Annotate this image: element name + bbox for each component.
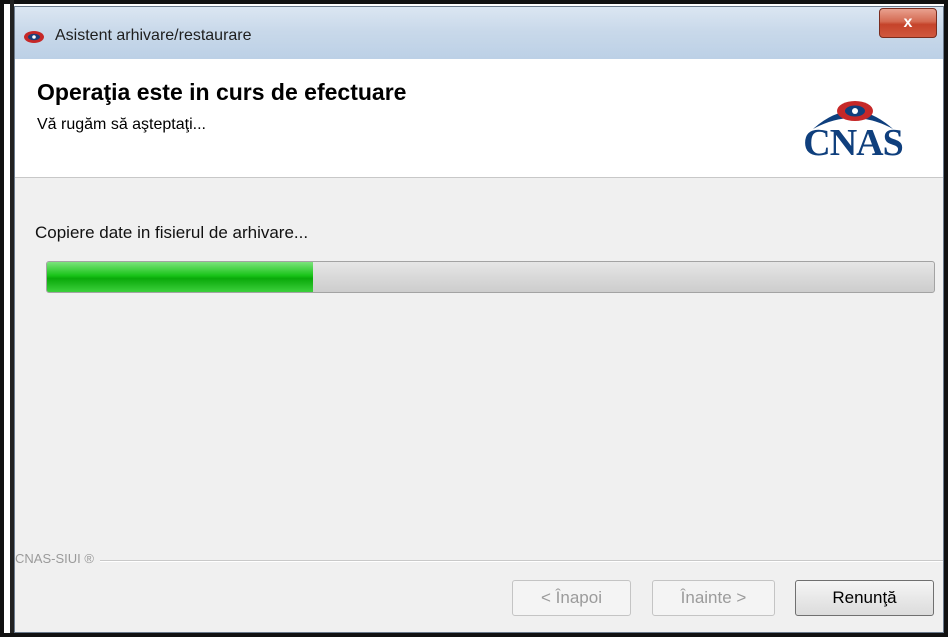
screen-border-right — [944, 0, 948, 637]
cancel-button[interactable]: Renunţă — [795, 580, 934, 616]
screen-border-bottom — [0, 633, 948, 637]
brand-label: CNAS-SIUI ® — [15, 551, 100, 566]
title-bar[interactable]: Asistent arhivare/restaurare x — [15, 7, 943, 60]
page-title: Operaţia este in curs de efectuare — [37, 79, 407, 105]
cnas-logo: CNAS — [783, 83, 923, 165]
progress-status-text: Copiere date in fisierul de arhivare... — [35, 223, 309, 242]
next-button[interactable]: Înainte > — [652, 580, 775, 616]
wizard-body: Copiere date in fisierul de arhivare... … — [15, 178, 943, 632]
close-button[interactable]: x — [879, 8, 937, 38]
back-button[interactable]: < Înapoi — [512, 580, 631, 616]
progress-bar-fill — [47, 262, 314, 292]
wizard-header: Operaţia este in curs de efectuare Vă ru… — [15, 59, 943, 178]
screen-border-left — [0, 0, 4, 637]
page-subtitle: Vă rugăm să aşteptaţi... — [37, 116, 206, 133]
footer-divider — [15, 560, 943, 562]
screen-border-top — [0, 0, 948, 4]
close-icon: x — [903, 14, 913, 31]
cnas-app-icon — [23, 27, 45, 45]
cnas-logo-text: CNAS — [803, 122, 903, 164]
wizard-window: Asistent arhivare/restaurare x Operaţia … — [14, 6, 944, 633]
progress-bar — [46, 261, 935, 293]
window-title: Asistent arhivare/restaurare — [55, 27, 252, 44]
